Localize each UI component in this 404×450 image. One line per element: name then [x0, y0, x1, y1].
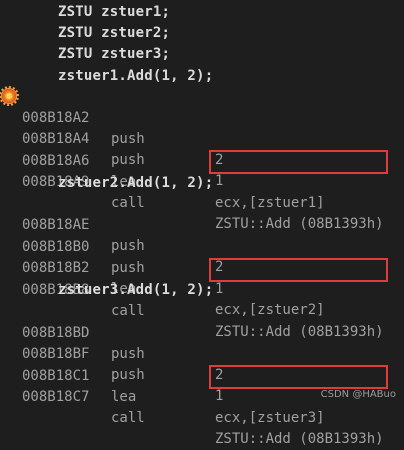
highlight-box — [209, 150, 388, 174]
source-line: ZSTU zstuer3; — [58, 46, 171, 62]
operand: 1 — [215, 388, 224, 404]
watermark: CSDN @HABuo — [320, 389, 396, 400]
operand: ZSTU::Add (08B1393h) — [215, 431, 384, 447]
disasm-row[interactable]: 008B18A6 lea ecx,[zstuer1] — [0, 130, 404, 211]
highlight-box — [209, 258, 388, 282]
operand: 1 — [215, 173, 224, 189]
disasm-row[interactable]: 008B18C1 lea ecx,[zstuer3] — [0, 345, 404, 426]
disasm-row[interactable]: 008B18BD push 2 — [0, 302, 404, 383]
operand: ecx,[zstuer3] — [215, 410, 325, 426]
highlight-box — [209, 365, 388, 389]
source-line: ZSTU zstuer2; — [58, 25, 171, 41]
disasm-row[interactable]: 008B18B2 lea ecx,[zstuer2] — [0, 237, 404, 318]
operand: 1 — [215, 281, 224, 297]
disasm-row[interactable]: 008B18AE push 2 — [0, 194, 404, 275]
mnemonic: lea — [111, 389, 137, 405]
mnemonic: call — [111, 410, 145, 426]
source-line: zstuer3.Add(1, 2); — [58, 282, 214, 298]
source-line: ZSTU zstuer1; — [58, 4, 171, 20]
disasm-row[interactable]: 008B18A4 push 1 — [0, 108, 404, 189]
disasm-row[interactable]: 008B18B0 push 1 — [0, 216, 404, 297]
source-line: zstuer1.Add(1, 2); — [58, 68, 214, 84]
disasm-row[interactable]: 008B18A2 push 2 — [0, 87, 404, 168]
address: 008B18C7 — [22, 389, 90, 405]
source-line: zstuer2.Add(1, 2); — [58, 175, 214, 191]
disasm-row[interactable]: 008B18BF push 1 — [0, 323, 404, 404]
